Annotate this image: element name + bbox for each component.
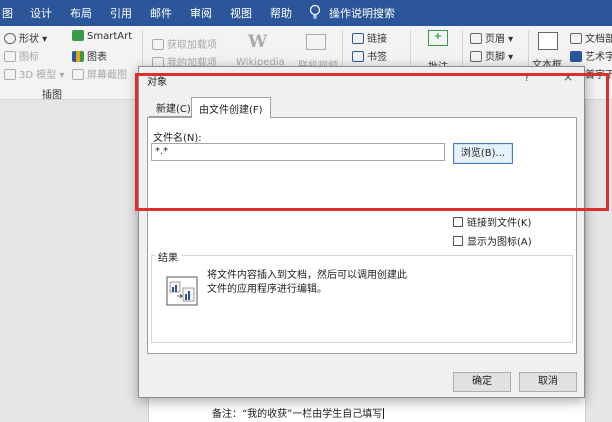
ribbon-tab-bar: 图 设计 布局 引用 邮件 审阅 视图 帮助 操作说明搜索 xyxy=(0,0,612,26)
3d-models-button[interactable]: 3D 模型 ▾ xyxy=(4,66,64,81)
shapes-icon xyxy=(4,33,16,44)
tab-references[interactable]: 引用 xyxy=(110,5,132,21)
file-name-input[interactable]: *.* xyxy=(151,143,445,161)
bookmark-icon xyxy=(352,51,364,62)
store-icon xyxy=(152,39,164,50)
group-illustrations-label: 插图 xyxy=(42,90,62,101)
tab-view[interactable]: 视图 xyxy=(230,5,252,21)
chart-icon xyxy=(72,51,84,62)
bookmark-button[interactable]: 书签 xyxy=(352,48,387,63)
result-description: 将文件内容插入到文档，然后可以调用创建此文件的应用程序进行编辑。 xyxy=(207,270,407,295)
link-icon xyxy=(352,33,364,44)
wordart-icon xyxy=(570,51,582,62)
tab-mailings[interactable]: 邮件 xyxy=(150,5,172,21)
result-label: 结果 xyxy=(155,249,181,264)
checkbox-box[interactable] xyxy=(453,217,463,227)
text-cursor xyxy=(383,408,385,419)
tab-help[interactable]: 帮助 xyxy=(270,5,292,21)
link-button[interactable]: 链接 xyxy=(352,30,387,45)
shapes-button[interactable]: 形状 ▾ xyxy=(4,30,47,45)
footer-icon xyxy=(470,51,482,62)
cube-icon xyxy=(4,69,16,80)
link-to-file-checkbox[interactable]: 链接到文件(K) xyxy=(453,214,531,229)
header-button[interactable]: 页眉 ▾ xyxy=(470,30,513,45)
insert-file-icon xyxy=(166,276,198,306)
browse-button[interactable]: 浏览(B)... xyxy=(453,143,513,164)
lightbulb-icon xyxy=(309,4,321,19)
header-icon xyxy=(470,33,482,44)
chart-button[interactable]: 图表 xyxy=(72,48,107,63)
tell-me-search[interactable]: 操作说明搜索 xyxy=(329,5,395,21)
doc-parts-button[interactable]: 文档部件 xyxy=(570,30,612,45)
tab-insert-partial[interactable]: 图 xyxy=(2,5,13,21)
close-icon[interactable]: × xyxy=(563,70,573,84)
wikipedia-w-icon: W xyxy=(248,32,268,52)
screenshot-button[interactable]: 屏幕截图 xyxy=(72,66,127,81)
online-video-icon xyxy=(306,34,326,50)
get-addins-button[interactable]: 获取加载项 xyxy=(152,36,217,51)
smartart-icon xyxy=(72,30,84,41)
tab-review[interactable]: 审阅 xyxy=(190,5,212,21)
tab-layout[interactable]: 布局 xyxy=(70,5,92,21)
dialog-title: 对象 xyxy=(147,77,167,88)
cancel-button[interactable]: 取消 xyxy=(519,372,577,392)
screenshot-icon xyxy=(72,69,84,80)
doc-parts-icon xyxy=(570,33,582,44)
document-note-line[interactable]: 备注：“我的收获”一栏由学生自己填写 xyxy=(212,405,385,420)
ok-button[interactable]: 确定 xyxy=(453,372,511,392)
tab-create-from-file[interactable]: 由文件创建(F) xyxy=(191,97,271,118)
tab-design[interactable]: 设计 xyxy=(30,5,52,21)
new-comment-icon: + xyxy=(428,30,448,46)
checkbox-box[interactable] xyxy=(453,236,463,246)
display-as-icon-checkbox[interactable]: 显示为图标(A) xyxy=(453,233,532,248)
icons-button[interactable]: 图标 xyxy=(4,48,39,63)
icons-icon xyxy=(4,51,16,62)
textbox-icon xyxy=(538,32,558,50)
wordart-button[interactable]: 艺术字 xyxy=(570,48,612,63)
help-icon[interactable]: ? xyxy=(524,71,530,84)
object-dialog: 对象 ? × 新建(C) 由文件创建(F) 文件名(N): *.* 浏览(B).… xyxy=(138,66,585,398)
smartart-button[interactable]: SmartArt xyxy=(72,30,132,42)
file-name-label: 文件名(N): xyxy=(153,133,202,144)
footer-button[interactable]: 页脚 ▾ xyxy=(470,48,513,63)
